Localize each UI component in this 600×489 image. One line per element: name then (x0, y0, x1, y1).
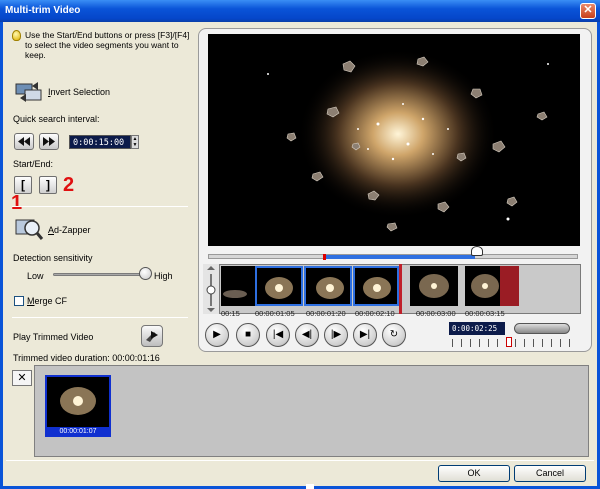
clip-label: 00:00:01:07 (45, 427, 111, 437)
frame-image (419, 274, 449, 298)
title-bar: Multi-trim Video ✕ (0, 0, 600, 22)
ruler-marker[interactable] (506, 337, 512, 347)
close-button[interactable]: ✕ (580, 3, 596, 19)
previous-frame-icon: ◀| (301, 329, 313, 340)
trimmed-duration: Trimmed video duration: 00:00:01:16 (13, 353, 160, 363)
invert-selection-button[interactable]: Invert Selection (48, 87, 110, 97)
clip-list[interactable] (34, 365, 589, 457)
detection-sensitivity-label: Detection sensitivity (13, 253, 93, 263)
play-button[interactable]: ▶ (205, 323, 229, 347)
frame-thumbnail-selected[interactable] (255, 266, 303, 306)
frame-timestamp: 00:00:03:15 (465, 309, 505, 318)
low-label: Low (27, 271, 44, 281)
sensitivity-slider-thumb[interactable] (139, 267, 152, 280)
frame-timestamp: 00:00:01:05 (255, 309, 295, 318)
ad-zapper-button[interactable]: Ad-Zapper (48, 225, 91, 235)
video-preview (208, 34, 580, 246)
rewind-button[interactable] (14, 133, 34, 150)
annotation-two: 2 (63, 174, 75, 196)
repeat-button[interactable]: ↻ (382, 323, 406, 347)
playhead-marker[interactable] (399, 264, 402, 314)
frame-thumbnail-selected[interactable] (353, 266, 399, 306)
next-frame-icon: |▶ (330, 329, 342, 340)
frame-timestamp: 00:00:01:20 (306, 309, 346, 318)
frame-thumbnail[interactable] (410, 266, 458, 306)
stop-icon: ■ (244, 329, 252, 340)
hint-text: Use the Start/End buttons or press [F3]/… (25, 30, 190, 60)
frame-timestamp: 00:15 (221, 309, 240, 318)
rewind-icon (18, 137, 30, 146)
jog-wheel[interactable] (514, 323, 570, 334)
invert-selection-label: nvert Selection (50, 87, 111, 97)
time-spinner[interactable]: ▲ ▼ (131, 135, 139, 149)
start-end-label: Start/End: (13, 159, 54, 169)
clip-image (60, 387, 96, 415)
divider (6, 460, 594, 461)
annotation-one: 1 (11, 192, 23, 214)
trimmed-region (500, 266, 519, 306)
frame-image (363, 277, 391, 299)
fast-forward-button[interactable] (39, 133, 59, 150)
quick-search-label: Quick search interval: (13, 114, 100, 124)
lightbulb-icon (12, 30, 21, 41)
merge-cf-text: erge CF (34, 296, 68, 306)
divider (12, 206, 188, 207)
go-to-start-icon: |◀ (272, 329, 284, 340)
play-trimmed-button[interactable] (141, 325, 163, 347)
play-trimmed-label: Play Trimmed Video (13, 332, 94, 342)
go-to-end-button[interactable]: ▶| (353, 323, 377, 347)
go-to-start-button[interactable]: |◀ (266, 323, 290, 347)
merge-cf-label[interactable]: Merge CF (27, 296, 67, 306)
quick-search-time-input[interactable]: 0:00:15:00 (69, 135, 131, 149)
repeat-icon: ↻ (389, 329, 399, 340)
frame-timestamp: 00:00:03:00 (416, 309, 456, 318)
previous-frame-button[interactable]: ◀| (295, 323, 319, 347)
frame-thumbnail-selected[interactable] (304, 266, 352, 306)
window-title: Multi-trim Video (5, 5, 81, 16)
scrub-thumb[interactable] (471, 246, 483, 256)
ad-zapper-icon[interactable] (14, 216, 44, 242)
star-burst-image (208, 34, 580, 246)
delete-icon: ✕ (17, 372, 27, 384)
play-icon: ▶ (213, 329, 221, 340)
zoom-slider-icon (206, 266, 216, 312)
fast-forward-icon (43, 137, 55, 146)
invert-selection-icon[interactable] (14, 80, 44, 104)
delete-clip-button[interactable]: ✕ (12, 370, 32, 386)
ad-zapper-label: d-Zapper (54, 225, 91, 235)
mark-in-indicator (323, 254, 326, 260)
divider (12, 317, 188, 318)
next-frame-button[interactable]: |▶ (324, 323, 348, 347)
timecode-display[interactable]: 0:00:02:25 (449, 322, 505, 335)
merge-cf-hotkey: M (27, 296, 35, 306)
selected-range (325, 255, 475, 259)
play-trimmed-icon (146, 331, 158, 342)
zoom-slider[interactable] (203, 264, 219, 314)
frame-image (316, 277, 344, 299)
taskbar-fragment (306, 484, 314, 489)
sensitivity-slider-track[interactable] (53, 273, 151, 276)
merge-cf-checkbox[interactable] (14, 296, 24, 306)
stop-button[interactable]: ■ (236, 323, 260, 347)
go-to-end-icon: ▶| (359, 329, 371, 340)
end-button[interactable]: ] (39, 176, 57, 194)
frame-timestamp: 00:00:02:10 (355, 309, 395, 318)
high-label: High (154, 271, 173, 281)
frame-image (265, 277, 293, 299)
ok-button[interactable]: OK (438, 465, 510, 482)
cancel-button[interactable]: Cancel (514, 465, 586, 482)
